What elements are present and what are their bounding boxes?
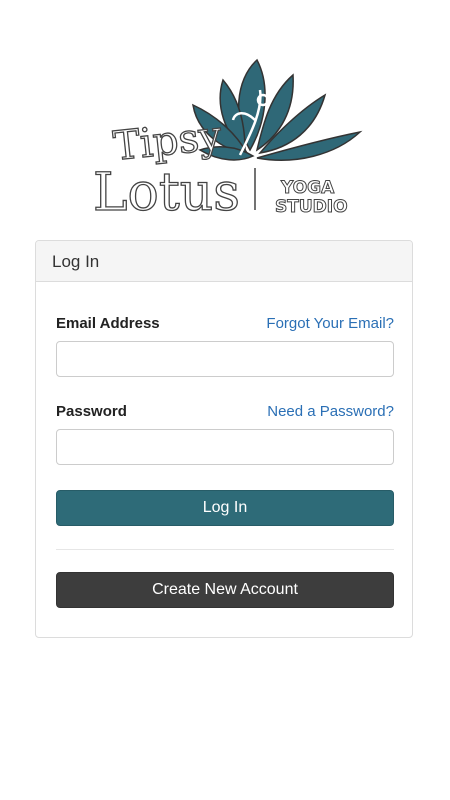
lotus-logo-graphic: Tipsy Lotus YOGA STUDIO [92, 58, 363, 220]
login-button[interactable]: Log In [56, 490, 394, 526]
forgot-email-link[interactable]: Forgot Your Email? [266, 315, 394, 332]
create-account-button[interactable]: Create New Account [56, 572, 394, 608]
login-panel: Log In Email Address Forgot Your Email? … [35, 240, 413, 638]
divider [56, 549, 394, 550]
logo-tag-studio: STUDIO [275, 197, 348, 217]
logo-word-lotus: Lotus [93, 163, 240, 220]
logo-word-tipsy: Tipsy [111, 113, 224, 170]
need-password-link[interactable]: Need a Password? [267, 403, 394, 420]
email-field[interactable] [56, 341, 394, 377]
login-panel-title: Log In [36, 241, 412, 282]
logo-tag-yoga: YOGA [280, 178, 335, 198]
email-label: Email Address [56, 315, 160, 332]
password-field[interactable] [56, 429, 394, 465]
password-label-row: Password Need a Password? [56, 403, 394, 420]
password-label: Password [56, 403, 127, 420]
email-label-row: Email Address Forgot Your Email? [56, 315, 394, 332]
studio-logo: Tipsy Lotus YOGA STUDIO [85, 50, 365, 220]
